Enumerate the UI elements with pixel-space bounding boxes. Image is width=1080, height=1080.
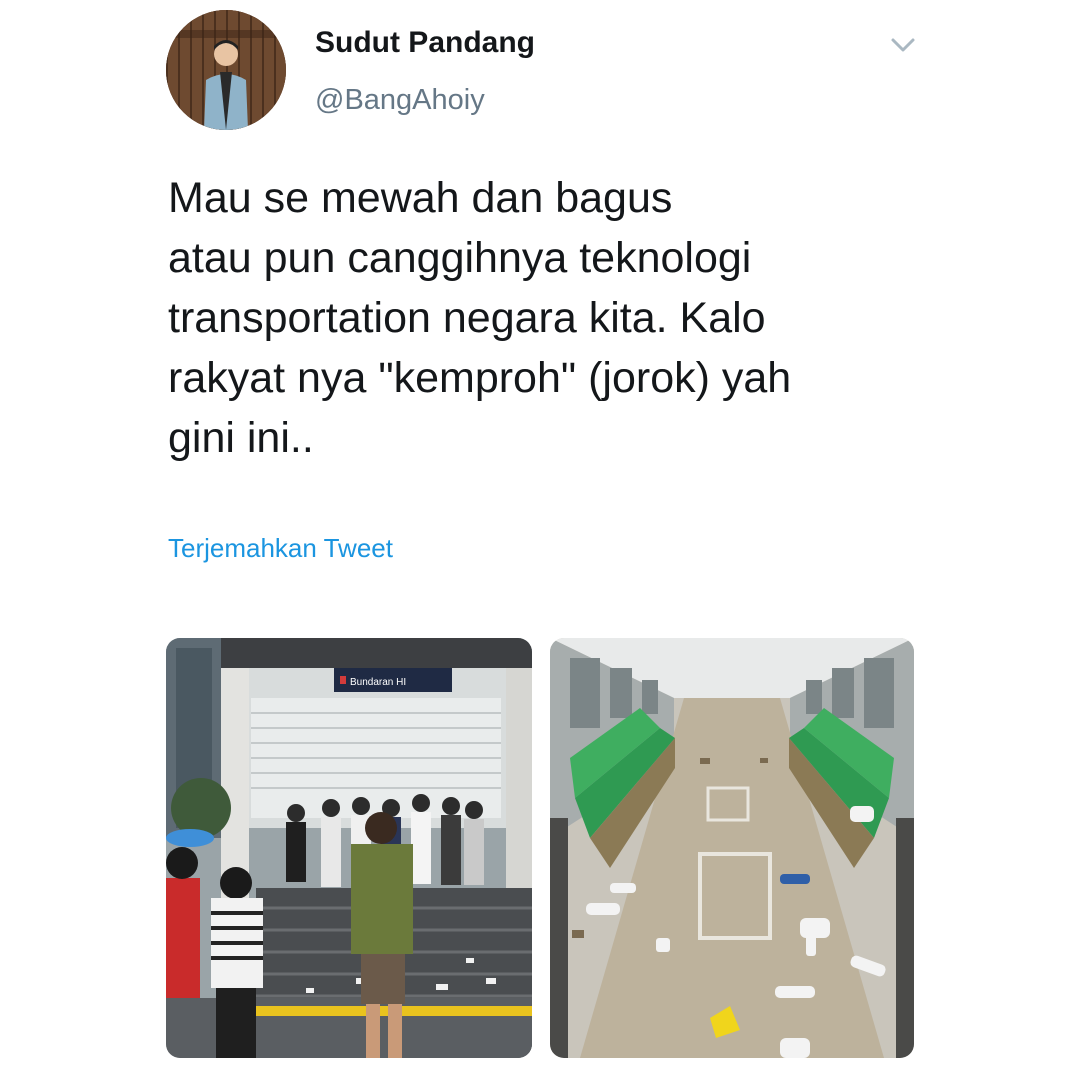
avatar-photo: [166, 10, 286, 130]
chevron-down-icon[interactable]: [888, 30, 918, 60]
display-name[interactable]: Sudut Pandang: [315, 26, 535, 60]
station-sign: Bundaran HI: [350, 677, 406, 688]
user-handle[interactable]: @BangAhoiy: [315, 84, 485, 117]
tweet-text: Mau se mewah dan bagus atau pun canggihn…: [168, 174, 792, 462]
tweet-photo-train[interactable]: [550, 638, 914, 1058]
avatar[interactable]: [166, 10, 286, 130]
tweet-photo-station[interactable]: Bundaran HI: [166, 638, 532, 1058]
translate-tweet-link[interactable]: Terjemahkan Tweet: [168, 533, 393, 564]
